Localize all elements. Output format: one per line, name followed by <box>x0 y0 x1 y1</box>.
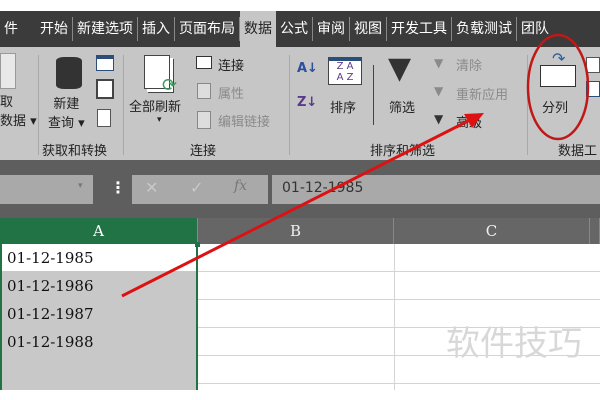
red-arrow <box>121 116 475 298</box>
red-highlight-circle <box>526 33 590 141</box>
annotation-overlay <box>121 33 590 298</box>
